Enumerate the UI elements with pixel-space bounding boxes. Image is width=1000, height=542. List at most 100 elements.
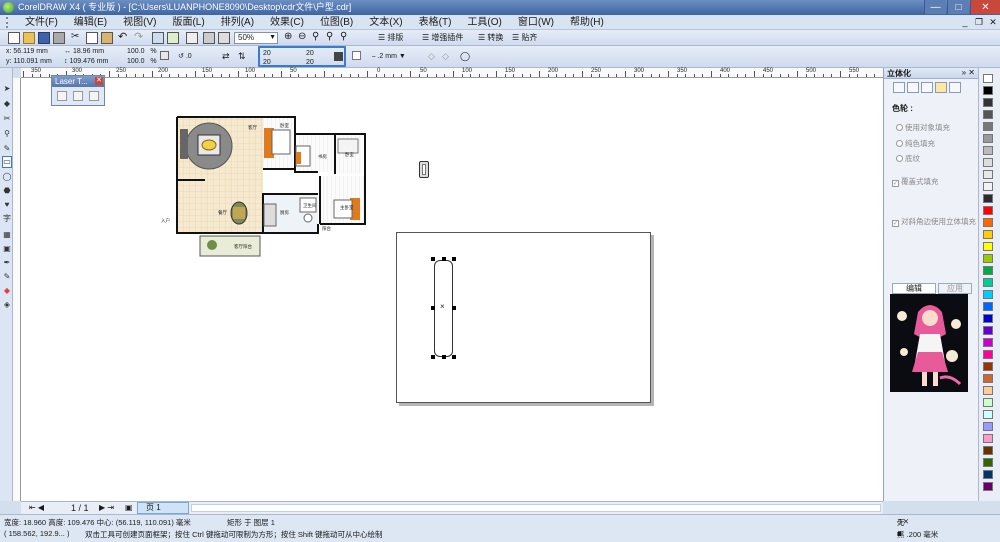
selection-handle[interactable] <box>442 257 446 261</box>
color-swatch[interactable] <box>983 446 993 455</box>
rectangle-tool-icon[interactable]: ▭ <box>2 156 12 168</box>
color-swatch[interactable] <box>983 230 993 239</box>
color-swatch[interactable] <box>983 422 993 431</box>
color-swatch[interactable] <box>983 134 993 143</box>
round-corners-together-icon[interactable] <box>334 52 343 61</box>
lock-ratio-icon[interactable] <box>160 51 169 60</box>
mdi-close-button[interactable]: ✕ <box>986 15 1000 29</box>
mirror-vertical-icon[interactable]: ⇅ <box>238 51 250 63</box>
zoom-level-select[interactable]: 50% ▼ <box>234 32 278 44</box>
zoom-in-icon[interactable]: ⊕ <box>284 31 296 43</box>
outline-width-select[interactable]: ⎯ .2 mm ▼ <box>372 52 406 61</box>
selection-handle[interactable] <box>452 306 456 310</box>
mirror-horizontal-icon[interactable]: ⇄ <box>222 51 234 63</box>
small-rounded-rect-object[interactable] <box>419 161 429 178</box>
new-document-icon[interactable] <box>8 32 20 44</box>
export-icon[interactable] <box>167 32 179 44</box>
color-swatch[interactable] <box>983 122 993 131</box>
menu-tools[interactable]: 工具(O) <box>459 15 509 30</box>
plugin-enhance-button[interactable]: ☰ 增强插件 <box>422 32 463 43</box>
color-swatch[interactable] <box>983 206 993 215</box>
plugin-convert-button[interactable]: ☰ 转换 <box>478 32 503 43</box>
color-swatch[interactable] <box>983 338 993 347</box>
eyedropper-tool-icon[interactable]: ✒ <box>2 258 12 267</box>
outline-tool-icon[interactable]: ✎ <box>2 272 12 281</box>
selection-handle[interactable] <box>452 355 456 359</box>
rotation-field[interactable]: ↺ .0 <box>178 52 192 61</box>
menu-text[interactable]: 文本(X) <box>361 15 410 30</box>
color-swatch[interactable] <box>983 326 993 335</box>
color-swatch[interactable] <box>983 350 993 359</box>
menu-window[interactable]: 窗口(W) <box>510 15 562 30</box>
shade-option[interactable]: 底纹 <box>896 153 920 164</box>
selection-handle[interactable] <box>431 306 435 310</box>
y-position-field[interactable]: y: 110.091 mm <box>6 57 52 66</box>
menu-table[interactable]: 表格(T) <box>411 15 460 30</box>
paste-icon[interactable] <box>101 32 113 44</box>
to-back-icon[interactable]: ◇ <box>442 51 454 63</box>
bevel-extrude-color-checkbox[interactable]: ✓ 对斜角边使用立体填充 <box>892 216 976 227</box>
color-swatch[interactable] <box>983 470 993 479</box>
corner-bottom-right-field[interactable]: 20 <box>306 58 314 67</box>
print-icon[interactable] <box>53 32 65 44</box>
color-swatch[interactable] <box>983 434 993 443</box>
use-object-fill-option[interactable]: 使用对象填充 <box>896 122 950 133</box>
plugin-layout-button[interactable]: ☰ 排版 <box>378 32 403 43</box>
close-button[interactable]: ✕ <box>970 0 1000 14</box>
redo-icon[interactable]: ↷ <box>134 30 146 43</box>
menu-arrange[interactable]: 排列(A) <box>213 15 262 30</box>
color-swatch[interactable] <box>983 314 993 323</box>
copy-icon[interactable] <box>86 32 98 44</box>
width-field[interactable]: ↔ 18.96 mm <box>64 47 104 56</box>
color-swatch[interactable] <box>983 278 993 287</box>
laser-tool-1-icon[interactable] <box>57 91 67 101</box>
interactive-tool-icon[interactable]: ▣ <box>2 244 12 253</box>
plugin-snap-button[interactable]: ☰ 贴齐 <box>512 32 537 43</box>
basic-shapes-tool-icon[interactable]: ♥ <box>2 200 12 209</box>
zoom-page-icon[interactable]: ⚲ <box>340 31 352 43</box>
undo-icon[interactable]: ↶ <box>118 30 130 43</box>
extrude-color-icon[interactable] <box>935 82 947 93</box>
polygon-tool-icon[interactable]: ⬣ <box>2 186 12 195</box>
freehand-tool-icon[interactable]: ✎ <box>2 144 12 153</box>
corner-bottom-left-field[interactable]: 20 <box>263 58 271 67</box>
color-swatch[interactable] <box>983 194 993 203</box>
selection-handle[interactable] <box>442 355 446 359</box>
scale-y-field[interactable]: 100.0 % <box>127 57 157 66</box>
menu-layout[interactable]: 版面(L) <box>164 15 212 30</box>
color-swatch[interactable] <box>983 386 993 395</box>
floor-plan-drawing[interactable]: 客厅 卧室 书房 卧室 主卧室 餐厅 厨房 卫生间 阳台 客厅阳台 入户 <box>160 114 370 260</box>
color-swatch[interactable] <box>983 410 993 419</box>
interactive-fill-tool-icon[interactable]: ◈ <box>2 300 12 309</box>
edit-button[interactable]: 编辑 <box>892 283 936 294</box>
extrude-bevel-icon[interactable] <box>949 82 961 93</box>
color-swatch[interactable] <box>983 458 993 467</box>
laser-tools-floating-toolbar[interactable]: Laser T... ✕ <box>51 75 105 106</box>
color-swatch[interactable] <box>983 158 993 167</box>
menu-edit[interactable]: 编辑(E) <box>66 15 115 30</box>
color-swatch[interactable] <box>983 110 993 119</box>
menu-effects[interactable]: 效果(C) <box>262 15 312 30</box>
zoom-selected-icon[interactable]: ⚲ <box>312 31 324 43</box>
fill-tool-icon[interactable]: ◆ <box>2 286 12 295</box>
color-swatch[interactable] <box>983 398 993 407</box>
save-icon[interactable] <box>38 32 50 44</box>
docker-close-icon[interactable]: » ✕ <box>962 68 975 77</box>
mdi-minimize-button[interactable]: _ <box>958 15 972 29</box>
color-swatch[interactable] <box>983 182 993 191</box>
horizontal-scrollbar[interactable] <box>191 504 881 512</box>
open-folder-icon[interactable] <box>23 32 35 44</box>
color-swatch[interactable] <box>983 266 993 275</box>
pick-tool-icon[interactable]: ➤ <box>2 84 12 93</box>
extrude-rotate-icon[interactable] <box>907 82 919 93</box>
color-swatch[interactable] <box>983 302 993 311</box>
corner-top-left-field[interactable]: 20 <box>263 49 271 58</box>
color-swatch[interactable] <box>983 482 993 491</box>
color-swatch[interactable] <box>983 242 993 251</box>
table-tool-icon[interactable]: ▦ <box>2 230 12 239</box>
x-position-field[interactable]: x: 56.119 mm <box>6 47 48 56</box>
laser-tool-2-icon[interactable] <box>73 91 83 101</box>
extrude-camera-icon[interactable] <box>893 82 905 93</box>
color-swatch[interactable] <box>983 170 993 179</box>
page-1-tab[interactable]: 页 1 <box>137 502 189 514</box>
